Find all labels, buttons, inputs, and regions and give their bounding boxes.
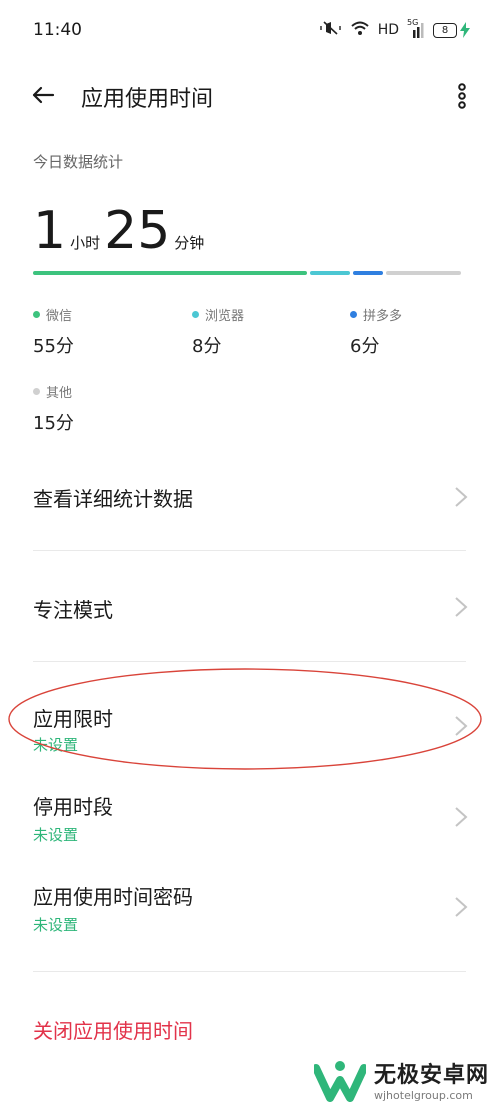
app-usage-value: 8分 — [192, 336, 222, 357]
usage-segment-pinduoduo — [353, 271, 384, 275]
chevron-right-icon — [455, 716, 468, 736]
close-usage-time-button[interactable]: 关闭应用使用时间 — [33, 1015, 193, 1044]
app-limit-label: 应用限时 — [33, 707, 113, 731]
usage-segment-wechat — [33, 271, 308, 275]
chevron-right-icon — [455, 487, 468, 507]
focus-mode-row[interactable]: 专注模式 — [0, 570, 500, 650]
divider — [33, 971, 466, 972]
app-name: 浏览器 — [205, 309, 245, 324]
minutes-unit: 分钟 — [174, 234, 205, 252]
network-gen-label: 5G — [407, 18, 419, 27]
focus-mode-label: 专注模式 — [33, 598, 113, 622]
app-name: 拼多多 — [363, 309, 403, 324]
signal-icon: 5G — [407, 18, 425, 38]
total-usage-time: 1 小时 25 分钟 — [33, 203, 208, 259]
back-arrow-icon — [32, 86, 55, 104]
watermark-name: 无极安卓网 — [374, 1063, 490, 1088]
downtime-label: 停用时段 — [33, 795, 113, 819]
wifi-icon — [350, 20, 370, 40]
charging-icon — [460, 22, 470, 38]
stats-section-label: 今日数据统计 — [33, 153, 124, 171]
password-label: 应用使用时间密码 — [33, 885, 193, 909]
more-options-button[interactable] — [450, 81, 474, 111]
app-usage-item: 浏览器 8分 — [192, 305, 244, 358]
battery-level: 8 — [433, 22, 457, 38]
app-usage-value: 15分 — [33, 413, 74, 434]
more-vertical-icon — [458, 83, 466, 109]
watermark: 无极安卓网 wjhotelgroup.com — [314, 1057, 489, 1102]
page-title: 应用使用时间 — [81, 87, 214, 112]
total-hours: 1 — [33, 201, 67, 261]
app-usage-item: 拼多多 6分 — [350, 305, 402, 358]
legend-dot — [33, 388, 40, 395]
app-limit-status: 未设置 — [33, 736, 79, 754]
battery-indicator: 8 — [433, 22, 470, 38]
network-type-label: HD — [377, 22, 399, 38]
chevron-right-icon — [455, 897, 468, 917]
app-usage-value: 55分 — [33, 336, 74, 357]
status-icons: HD 5G 8 — [319, 18, 470, 41]
hours-unit: 小时 — [70, 234, 101, 252]
back-button[interactable] — [28, 80, 60, 112]
chevron-right-icon — [455, 807, 468, 827]
usage-distribution-bar — [33, 271, 466, 275]
divider — [33, 550, 466, 551]
watermark-logo — [314, 1060, 366, 1102]
vibrate-mute-icon — [319, 20, 342, 40]
app-usage-value: 6分 — [350, 336, 380, 357]
status-time: 11:40 — [33, 20, 82, 40]
downtime-row[interactable]: 停用时段 未设置 — [0, 770, 500, 856]
divider — [33, 661, 466, 662]
legend-dot — [192, 311, 199, 318]
usage-segment-browser — [310, 271, 351, 275]
downtime-status: 未设置 — [33, 826, 79, 844]
app-usage-item: 微信 55分 — [33, 305, 74, 358]
app-usage-item: 其他 15分 — [33, 382, 74, 435]
legend-dot — [350, 311, 357, 318]
chevron-right-icon — [455, 597, 468, 617]
password-row[interactable]: 应用使用时间密码 未设置 — [0, 860, 500, 946]
app-limit-row[interactable]: 应用限时 未设置 — [0, 680, 500, 766]
app-name: 微信 — [46, 309, 73, 324]
detail-stats-label: 查看详细统计数据 — [33, 487, 193, 511]
watermark-url: wjhotelgroup.com — [374, 1089, 473, 1102]
usage-segment-other — [386, 271, 461, 275]
total-minutes: 25 — [104, 201, 171, 261]
legend-dot — [33, 311, 40, 318]
detail-stats-row[interactable]: 查看详细统计数据 — [0, 460, 500, 540]
app-name: 其他 — [46, 386, 73, 401]
password-status: 未设置 — [33, 916, 79, 934]
